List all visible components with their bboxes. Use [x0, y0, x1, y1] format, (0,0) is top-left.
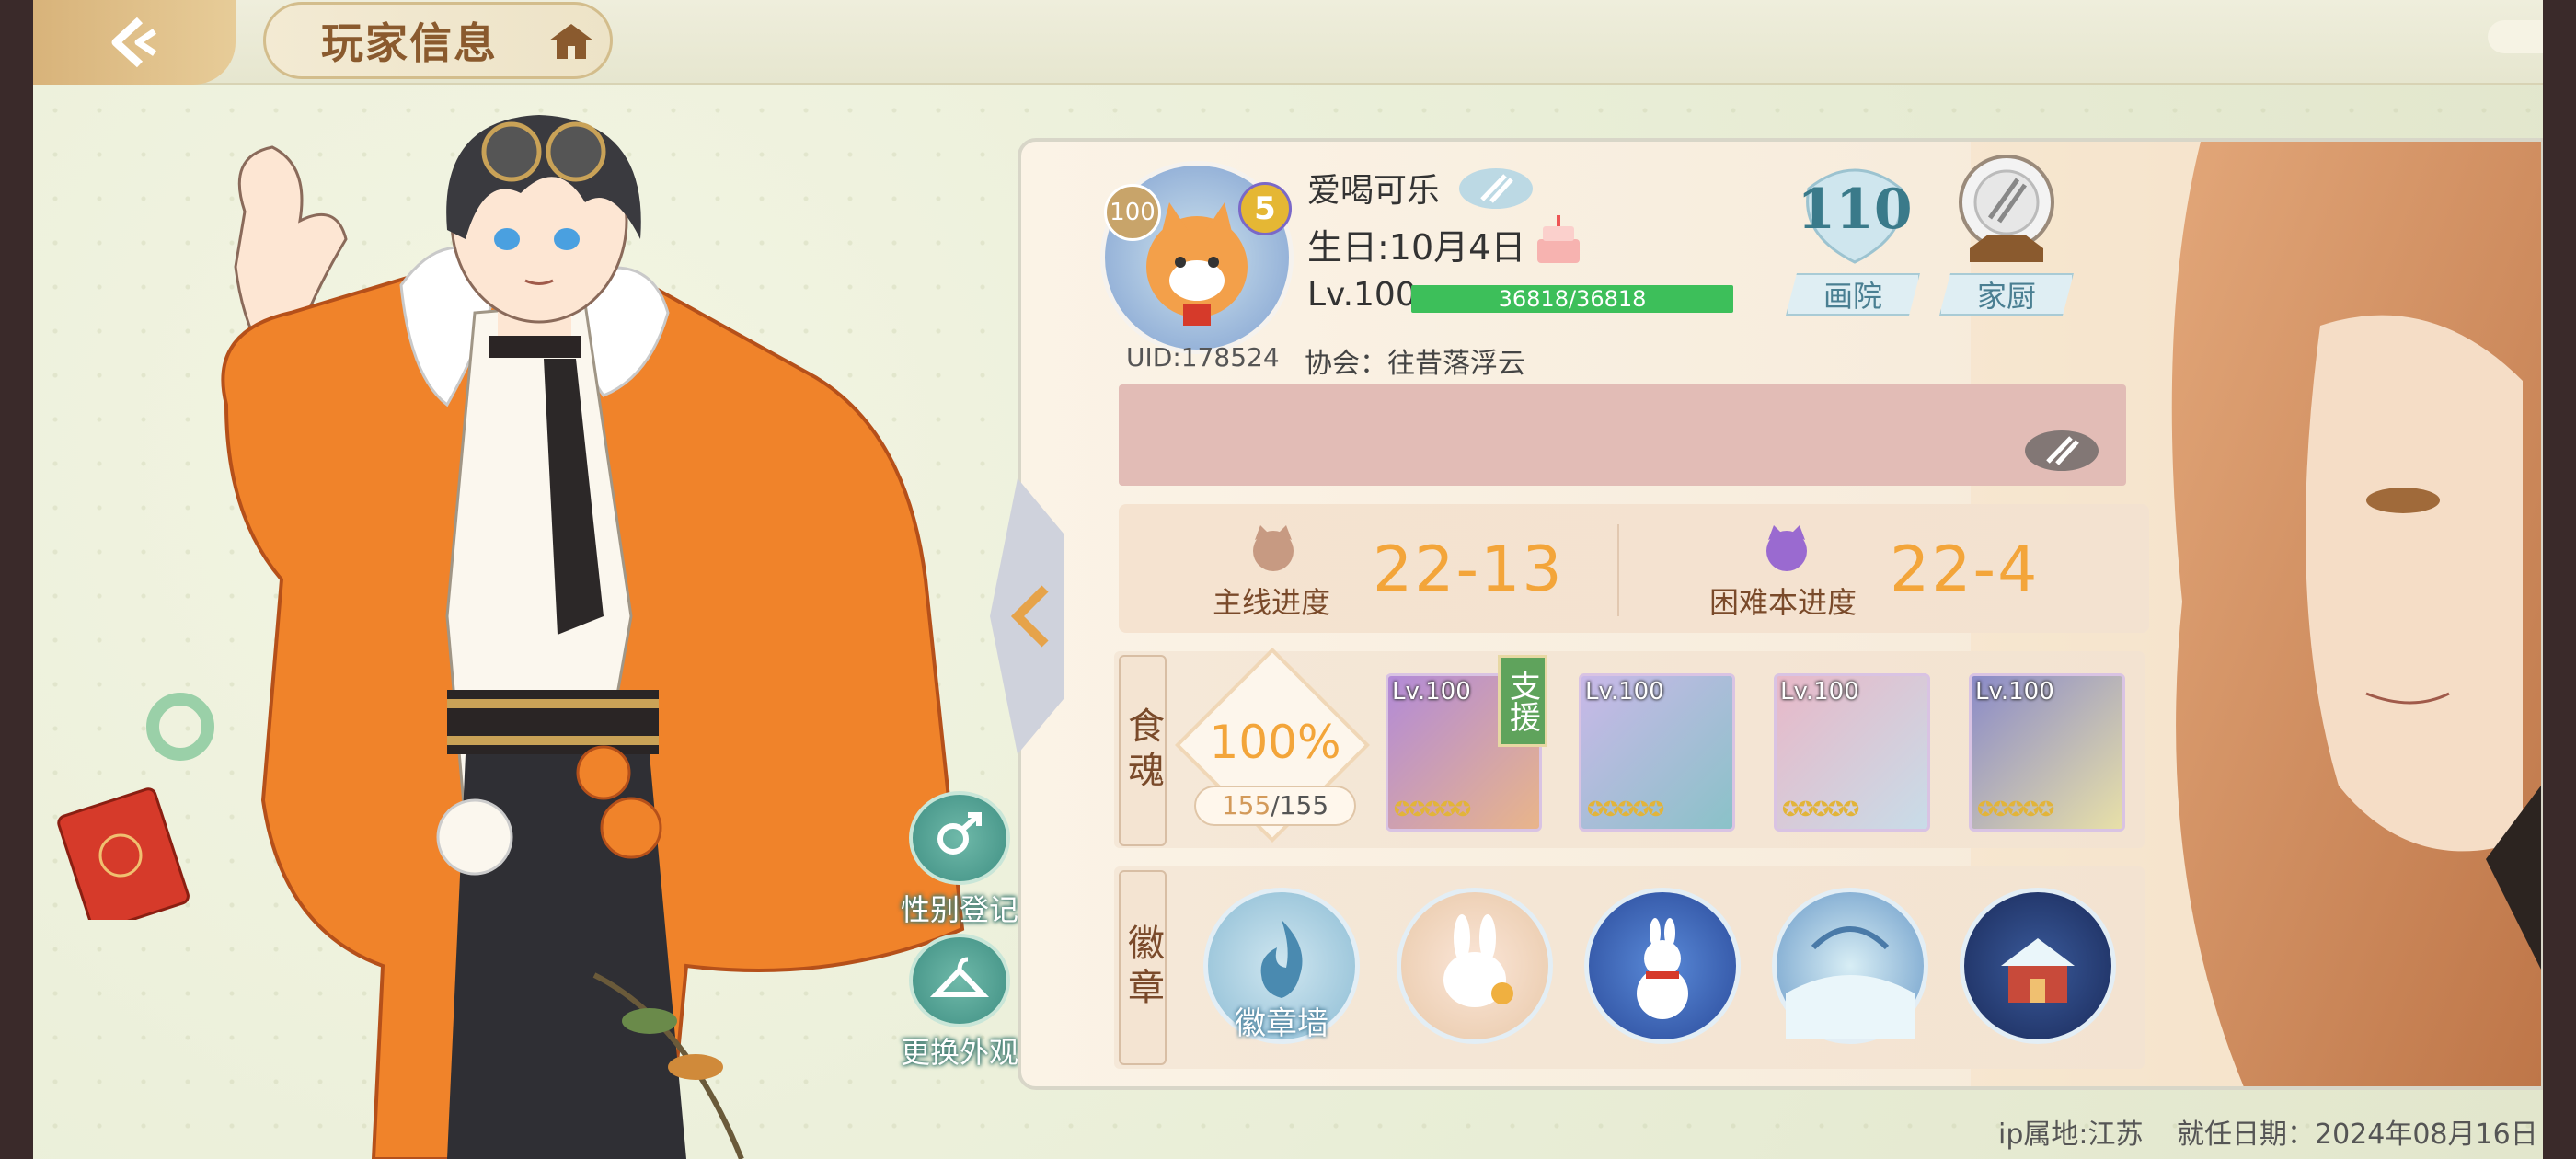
gallery-icon[interactable]: 110 [1790, 152, 1919, 271]
house-icon [2001, 938, 2075, 1003]
soul-card-stars: ✪✪✪✪✪ [1977, 798, 2054, 821]
player-guild: 协会：往昔落浮云 [1305, 348, 1525, 380]
signature-box[interactable] [1119, 384, 2126, 486]
game-screen: 玩家信息 性别登记 更换外观 100 5 UID:178524 爱喝可乐 生日:… [33, 0, 2543, 1159]
collection-percent: 100% [1209, 716, 1341, 769]
soul-card-level: Lv.100 [1585, 678, 1664, 706]
player-birthday: 生日:10月4日 [1307, 227, 1526, 268]
main-progress-label: 主线进度 [1213, 585, 1331, 620]
rabbit-icon [1443, 914, 1513, 1007]
soul-card-level: Lv.100 [1780, 678, 1859, 706]
gallery-count: 110 [1797, 178, 1913, 242]
hanger-icon [909, 934, 1010, 1027]
jade-ring-decoration [146, 693, 214, 761]
kitchen-plate-icon[interactable] [1951, 152, 2062, 271]
kitchen-button[interactable]: 家厨 [1939, 273, 2074, 316]
avatar-level-badge: 100 [1104, 184, 1161, 241]
progress-divider [1617, 524, 1619, 616]
exp-bar: 36818/36818 [1411, 285, 1733, 313]
collapse-panel-tab[interactable] [953, 478, 1064, 754]
badge-winter-scene[interactable] [1772, 888, 1928, 1044]
ip-location: ip属地:江苏 [1998, 1119, 2144, 1151]
badge-wall-label: 徽章墙 [1235, 1005, 1328, 1042]
cat-face-icon [1253, 525, 1294, 571]
demon-cat-icon [1766, 525, 1807, 571]
back-arrow-icon [111, 17, 156, 68]
collection-count: 155/155 [1194, 786, 1356, 826]
player-name: 爱喝可乐 [1307, 172, 1441, 210]
back-button[interactable] [33, 0, 236, 85]
souls-section-label: 食魂 [1119, 655, 1167, 846]
top-right-tab[interactable] [2488, 20, 2543, 53]
snowman-icon [1637, 918, 1688, 1019]
edit-signature-icon[interactable] [2020, 423, 2103, 478]
soul-card-4[interactable]: Lv.100 ✪✪✪✪✪ [1969, 673, 2125, 832]
soul-card-stars: ✪✪✪✪✪ [1394, 798, 1471, 821]
hard-progress-label: 困难本进度 [1709, 585, 1857, 620]
collection-owned: 155 [1221, 790, 1271, 820]
soul-card-stars: ✪✪✪✪✪ [1587, 798, 1664, 821]
avatar-rank-badge: 5 [1238, 182, 1292, 235]
badge-winter-house[interactable] [1960, 888, 2116, 1044]
home-icon[interactable] [544, 18, 599, 64]
red-envelope-decoration [57, 787, 190, 920]
gallery-button[interactable]: 画院 [1786, 273, 1920, 316]
badge-rabbit-lantern[interactable] [1397, 888, 1553, 1044]
edit-name-icon[interactable] [1455, 161, 1537, 216]
hard-progress-value: 22-4 [1890, 534, 2040, 606]
soul-card-stars: ✪✪✪✪✪ [1782, 798, 1859, 821]
soul-card-level: Lv.100 [1975, 678, 2054, 706]
soul-card-2[interactable]: Lv.100 ✪✪✪✪✪ [1579, 673, 1735, 832]
collection-total: /155 [1271, 790, 1329, 820]
change-outfit-button[interactable]: 更换外观 [881, 934, 1038, 1072]
gender-register-button[interactable]: 性别登记 [881, 791, 1038, 929]
page-title: 玩家信息 [321, 18, 498, 68]
badge-snow-rabbit[interactable] [1584, 888, 1741, 1044]
badges-section-label: 徽章 [1119, 870, 1167, 1065]
winter-landscape-icon [1786, 926, 1915, 1039]
player-uid: UID:178524 [1126, 342, 1280, 373]
gender-register-label: 性别登记 [900, 892, 1018, 927]
gender-icon [909, 791, 1010, 885]
change-outfit-label: 更换外观 [900, 1035, 1018, 1070]
join-date: 就任日期：2024年08月16日 [2177, 1119, 2538, 1151]
player-level: Lv.100 [1307, 276, 1417, 314]
soul-card-level: Lv.100 [1392, 678, 1471, 706]
cake-icon [1537, 215, 1580, 263]
soul-card-3[interactable]: Lv.100 ✪✪✪✪✪ [1774, 673, 1930, 832]
main-progress-value: 22-13 [1373, 534, 1564, 606]
support-tag: 支援 [1498, 655, 1547, 747]
